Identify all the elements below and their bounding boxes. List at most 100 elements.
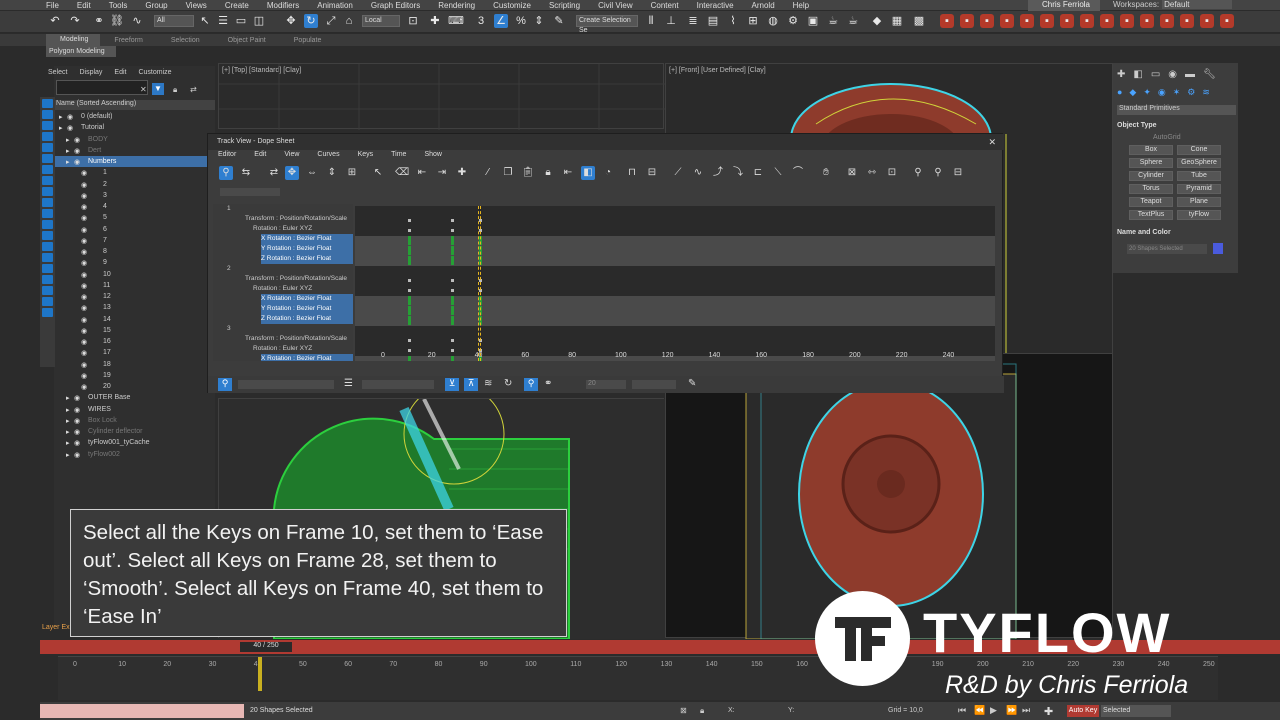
isolate-curve-icon[interactable]: ⊟ (951, 166, 965, 180)
ribbon-tab-object-paint[interactable]: Object Paint (214, 37, 280, 44)
key-filter-selected-dropdown[interactable]: Selected (1101, 705, 1171, 717)
angle-snap-icon[interactable]: ∠ (494, 14, 508, 28)
keyframe[interactable] (450, 306, 454, 315)
keyframe[interactable] (450, 296, 454, 305)
place-icon[interactable]: ⌂ (342, 14, 356, 28)
scene-row[interactable]: ◉ 20 (55, 381, 215, 392)
key-row[interactable] (355, 296, 995, 306)
visibility-eye-icon[interactable]: ◉ (81, 202, 101, 211)
scene-row[interactable]: ▸ ◉ Numbers (55, 156, 215, 167)
arnold-render-icon[interactable]: ▦ (890, 14, 904, 28)
prev-frame-icon[interactable]: ⏪ (974, 705, 985, 716)
scene-row[interactable]: ▸ ◉ 0 (default) (55, 111, 215, 122)
visibility-eye-icon[interactable]: ◉ (81, 236, 101, 245)
refresh-icon[interactable]: ↻ (504, 378, 512, 389)
key-row[interactable] (355, 246, 995, 256)
key-row[interactable] (355, 236, 995, 246)
keyframe[interactable] (408, 256, 412, 265)
visibility-eye-icon[interactable]: ◉ (81, 348, 101, 357)
keyframe[interactable] (450, 236, 454, 245)
visibility-eye-icon[interactable]: ◉ (81, 225, 101, 234)
display-spacewarps-icon[interactable] (42, 154, 53, 163)
copy-icon[interactable]: ❐ (501, 166, 515, 180)
controller-row[interactable]: Y Rotation : Bezier Float (261, 304, 353, 314)
display-bones-icon[interactable] (42, 187, 53, 196)
visibility-eye-icon[interactable]: ◉ (81, 371, 101, 380)
display-hidden-icon[interactable] (42, 220, 53, 229)
tangent-step-icon[interactable]: ⊏ (751, 166, 765, 180)
primitive-cylinder-button[interactable]: Cylinder (1129, 171, 1173, 181)
zoom-icon[interactable]: ⚲ (911, 166, 925, 180)
key-row[interactable] (355, 256, 995, 266)
object-type-header[interactable]: Object Type (1117, 122, 1236, 132)
controller-row[interactable]: X Rotation : Bezier Float (261, 354, 353, 361)
keyframe[interactable] (408, 246, 412, 255)
tyflow-cube-icon-8[interactable]: ▪ (1080, 14, 1094, 28)
scene-row[interactable]: ◉ 7 (55, 235, 215, 246)
display-none-icon[interactable] (42, 242, 53, 251)
scene-row[interactable]: ▸ ◉ Box Lock (55, 415, 215, 426)
scene-row[interactable]: ▸ ◉ Tutorial (55, 122, 215, 133)
tyflow-cube-icon-14[interactable]: ▪ (1200, 14, 1214, 28)
controller-row[interactable]: Y Rotation : Bezier Float (261, 244, 353, 254)
primitive-torus-button[interactable]: Torus (1129, 184, 1173, 194)
menu-group[interactable]: Group (145, 1, 167, 10)
scene-row[interactable]: ◉ 2 (55, 179, 215, 190)
visibility-eye-icon[interactable]: ◉ (81, 281, 101, 290)
visibility-eye-icon[interactable]: ◉ (81, 360, 101, 369)
scene-row[interactable]: ◉ 4 (55, 201, 215, 212)
controller-row[interactable]: 2 (227, 264, 231, 274)
lock-selection-icon[interactable]: ⇆ (239, 166, 253, 180)
menu-edit[interactable]: Edit (77, 1, 91, 10)
key-row[interactable] (355, 286, 995, 296)
render-iterative-icon[interactable]: ☕ (846, 14, 860, 28)
filter-icon[interactable]: ▼ (152, 83, 164, 95)
selection-lock-icon[interactable]: 🔒︎ (700, 706, 704, 716)
visibility-eye-icon[interactable]: ◉ (81, 258, 101, 267)
key-row[interactable] (355, 316, 995, 326)
ribbon-tab-selection[interactable]: Selection (157, 37, 214, 44)
pan-icon[interactable]: ✋︎ (819, 166, 833, 180)
keyboard-shortcut-icon[interactable]: ⌨ (448, 14, 464, 28)
named-selection-icon[interactable]: ✎ (552, 14, 566, 28)
undo-icon[interactable]: ↶ (48, 14, 62, 28)
menu-tools[interactable]: Tools (109, 1, 128, 10)
key-row[interactable] (355, 266, 995, 276)
layer-explorer-label[interactable]: Layer Ex (42, 624, 70, 631)
key-window[interactable] (355, 206, 995, 361)
menu-scripting[interactable]: Scripting (549, 1, 580, 10)
create-category-icons[interactable]: ●◆✦◉✶⚙≋ (1117, 87, 1235, 99)
tyflow-cube-icon-2[interactable]: ▪ (960, 14, 974, 28)
menu-help[interactable]: Help (793, 1, 809, 10)
scene-row[interactable]: ▸ ◉ tyFlow001_tyCache (55, 437, 215, 448)
select-by-name-icon[interactable]: ☰ (216, 14, 230, 28)
link-icon[interactable]: ⚭ (544, 378, 552, 389)
keyframe[interactable] (408, 236, 412, 245)
scene-row[interactable]: ▸ ◉ BODY (55, 134, 215, 145)
menu-rendering[interactable]: Rendering (438, 1, 475, 10)
display-cameras-icon[interactable] (42, 132, 53, 141)
scene-row[interactable]: ◉ 14 (55, 314, 215, 325)
display-groups-icon[interactable] (42, 165, 53, 174)
render-production-icon[interactable]: ☕ (826, 14, 840, 28)
primitive-teapot-button[interactable]: Teapot (1129, 197, 1173, 207)
controller-row[interactable]: X Rotation : Bezier Float (261, 294, 353, 304)
scene-row[interactable]: ◉ 15 (55, 325, 215, 336)
display-geometry-icon[interactable] (42, 99, 53, 108)
pivot-center-icon[interactable]: ⊡ (406, 14, 420, 28)
scale-icon[interactable]: ⤢ (324, 14, 338, 28)
display-helpers-icon[interactable] (42, 143, 53, 152)
keyframe[interactable] (408, 289, 412, 292)
visibility-eye-icon[interactable]: ◉ (81, 382, 101, 391)
tangent-smooth-icon[interactable]: ⌒ (791, 166, 805, 180)
controller-row[interactable]: Rotation : Euler XYZ (253, 344, 312, 354)
controller-row[interactable]: Transform : Position/Rotation/Scale (245, 334, 347, 344)
display-lights-icon[interactable] (42, 121, 53, 130)
bind-spacewarp-icon[interactable]: ∿ (130, 14, 144, 28)
tyflow-cube-icon-10[interactable]: ▪ (1120, 14, 1134, 28)
material-editor-icon[interactable]: ◍ (766, 14, 780, 28)
key-row[interactable] (355, 276, 995, 286)
menu-graph-editors[interactable]: Graph Editors (371, 1, 420, 10)
spinner-snap-icon[interactable]: ⇕ (532, 14, 546, 28)
visibility-eye-icon[interactable]: ◉ (81, 326, 101, 335)
